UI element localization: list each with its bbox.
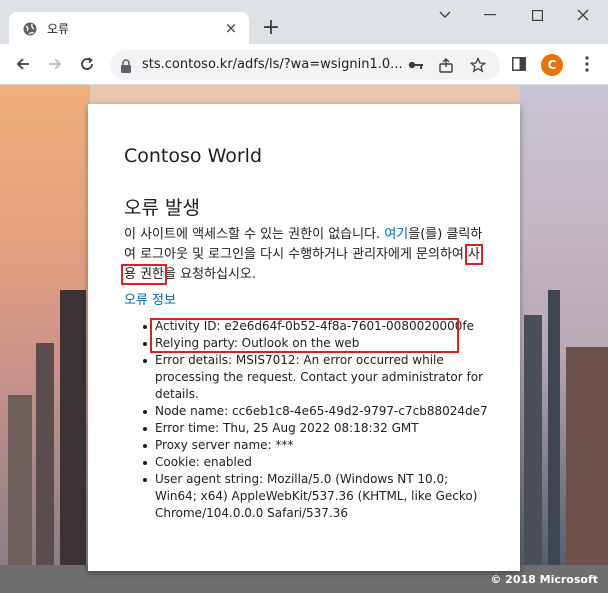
detail-error-time: Error time: Thu, 25 Aug 2022 08:18:32 GM…: [143, 420, 490, 437]
detail-error-details: Error details: MSIS7012: An error occurr…: [143, 352, 490, 403]
error-info-link[interactable]: 오류 정보: [124, 289, 176, 308]
browser-titlebar: 오류 × +: [0, 0, 608, 44]
close-icon[interactable]: [568, 4, 598, 26]
skyline-building: [60, 290, 86, 565]
message-text: 이 사이트에 액세스할 수 있는 권한이 없습니다.: [124, 227, 385, 242]
chevron-down-icon[interactable]: [430, 4, 460, 26]
profile-avatar[interactable]: C: [541, 54, 563, 76]
address-bar[interactable]: sts.contoso.kr/adfs/ls/?wa=wsignin1.0...: [110, 50, 500, 80]
highlight-box: [150, 318, 459, 353]
skyline-building: [36, 343, 54, 565]
brand-name: Contoso World: [124, 145, 263, 167]
copyright-text: © 2018 Microsoft: [490, 573, 598, 586]
browser-toolbar: sts.contoso.kr/adfs/ls/?wa=wsignin1.0...…: [0, 44, 608, 85]
detail-node-name: Node name: cc6eb1c8-4e65-49d2-9797-c7cb8…: [143, 403, 490, 420]
star-icon[interactable]: [470, 57, 486, 73]
sidebar-icon[interactable]: [508, 53, 530, 75]
key-icon[interactable]: [408, 57, 424, 73]
tab-title: 오류: [47, 22, 70, 36]
minimize-icon[interactable]: [475, 4, 505, 26]
message-text: 을 요청하십시오.: [164, 267, 257, 282]
share-icon[interactable]: [438, 57, 454, 73]
detail-proxy-server: Proxy server name: ***: [143, 437, 490, 454]
url-text[interactable]: sts.contoso.kr/adfs/ls/?wa=wsignin1.0...: [142, 57, 404, 72]
skyline-building: [548, 290, 560, 565]
lock-icon[interactable]: [120, 58, 132, 73]
tab-close-button[interactable]: ×: [223, 20, 239, 36]
new-tab-button[interactable]: +: [261, 17, 281, 39]
reload-icon[interactable]: [76, 53, 98, 75]
browser-tab[interactable]: 오류 ×: [9, 12, 249, 44]
error-message: 이 사이트에 액세스할 수 있는 권한이 없습니다. 여기을(를) 클릭하여 로…: [121, 225, 484, 285]
sign-out-link[interactable]: 여기: [384, 227, 408, 242]
skyline-building: [8, 395, 32, 565]
back-arrow-icon[interactable]: [12, 53, 34, 75]
detail-user-agent: User agent string: Mozilla/5.0 (Windows …: [143, 471, 490, 522]
globe-icon: [23, 21, 37, 36]
skyline-building: [524, 315, 542, 565]
menu-icon[interactable]: [576, 53, 598, 75]
maximize-icon[interactable]: [522, 4, 552, 26]
detail-cookie: Cookie: enabled: [143, 454, 490, 471]
forward-arrow-icon[interactable]: [44, 53, 66, 75]
error-heading: 오류 발생: [124, 197, 200, 219]
skyline-building: [566, 347, 608, 565]
